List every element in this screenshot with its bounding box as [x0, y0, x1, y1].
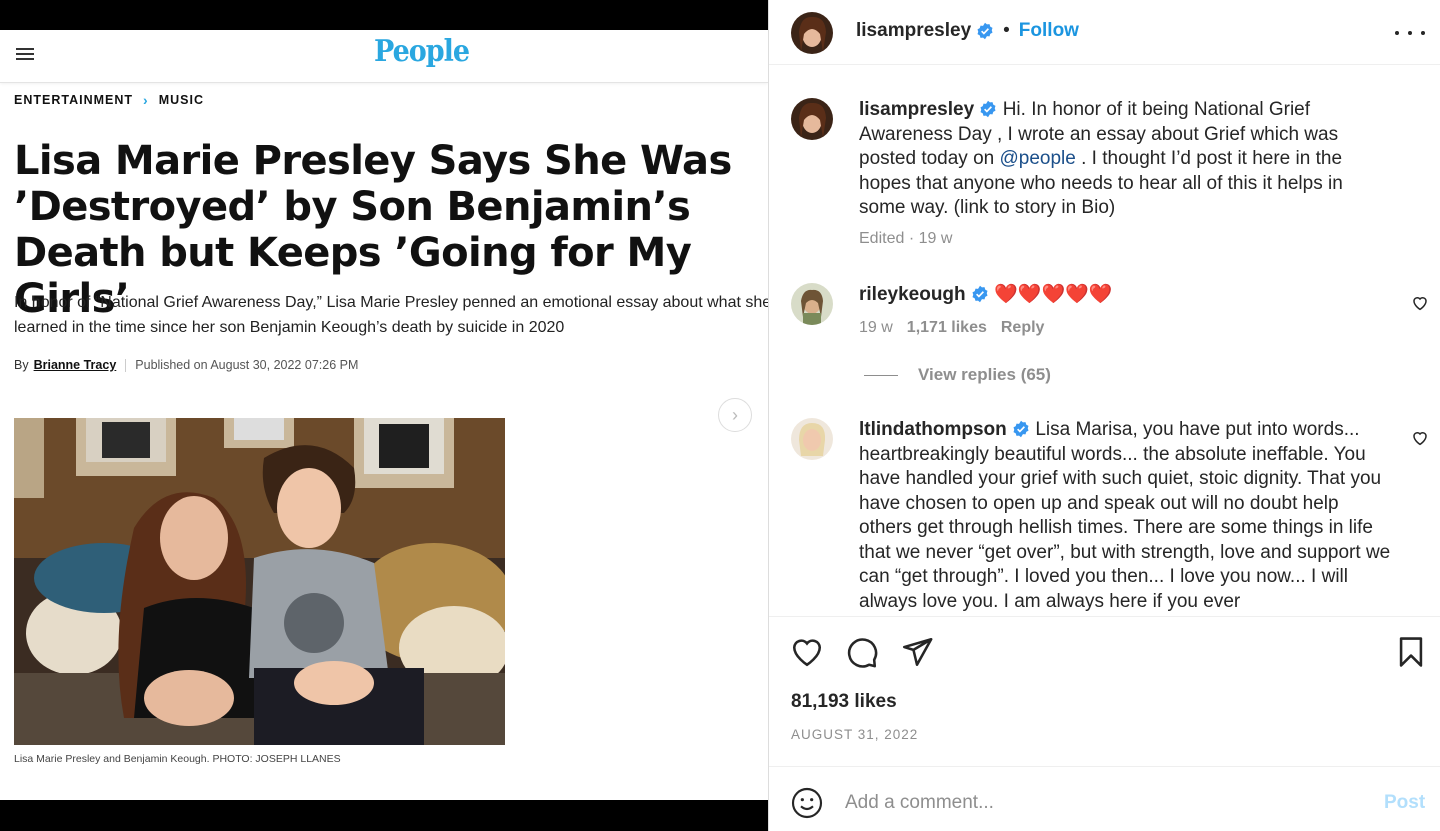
- hamburger-menu-icon[interactable]: [16, 48, 34, 62]
- comment-text: ❤️❤️❤️❤️❤️: [994, 284, 1113, 305]
- people-page: People ENTERTAINMENT › MUSIC Lisa Marie …: [0, 30, 768, 800]
- byline-by: By: [14, 358, 29, 372]
- comment-body: ltlindathompson Lisa Marisa, you have pu…: [859, 418, 1395, 614]
- like-comment-heart-icon[interactable]: [1411, 429, 1429, 447]
- follow-button[interactable]: Follow: [1019, 20, 1079, 42]
- comment-body: rileykeough ❤️❤️❤️❤️❤️: [859, 283, 1359, 308]
- people-site-header: People: [0, 30, 768, 83]
- author-link[interactable]: Brianne Tracy: [34, 358, 117, 372]
- like-comment-heart-icon[interactable]: [1411, 294, 1429, 312]
- view-replies-label: View replies (65): [918, 365, 1051, 384]
- comment-likes[interactable]: 1,171 likes: [907, 319, 987, 336]
- likes-count[interactable]: 81,193 likes: [791, 691, 897, 713]
- avatar[interactable]: [791, 12, 833, 54]
- chevron-right-icon: ›: [143, 92, 149, 108]
- mention-link[interactable]: @people: [1000, 148, 1076, 169]
- commenter-avatar[interactable]: [791, 283, 833, 325]
- caption-username[interactable]: lisampresley: [859, 99, 974, 120]
- view-replies-button[interactable]: View replies (65): [864, 365, 1051, 385]
- comment-text: Lisa Marisa, you have put into words... …: [859, 419, 1391, 612]
- save-bookmark-icon[interactable]: [1394, 635, 1428, 669]
- verified-badge-icon: [1013, 420, 1029, 438]
- comment-username[interactable]: rileykeough: [859, 284, 966, 305]
- post-author-username[interactable]: lisampresley: [856, 20, 971, 42]
- post-caption: lisampresley Hi. In honor of it being Na…: [859, 98, 1379, 221]
- share-send-icon[interactable]: [900, 635, 934, 669]
- caption-meta: Edited · 19 w: [859, 230, 953, 247]
- article-subheading: In honor of “National Grief Awareness Da…: [14, 294, 768, 336]
- more-options-icon[interactable]: [1395, 22, 1425, 44]
- add-comment-bar: Post: [769, 766, 1440, 831]
- post-header: lisampresley • Follow: [769, 0, 1440, 65]
- comment-icon[interactable]: [845, 635, 879, 669]
- article-byline: By Brianne Tracy Published on August 30,…: [14, 358, 358, 372]
- breadcrumb: ENTERTAINMENT › MUSIC: [14, 92, 204, 108]
- header-dot: •: [1003, 20, 1010, 41]
- caption-author-avatar[interactable]: [791, 98, 833, 140]
- published-date: Published on August 30, 2022 07:26 PM: [135, 358, 359, 372]
- instagram-post-panel: lisampresley • Follow lisampresley Hi. I…: [768, 0, 1440, 831]
- header-user-row: lisampresley • Follow: [856, 20, 1079, 42]
- photo-illustration: [14, 418, 505, 745]
- post-action-bar: 81,193 likes AUGUST 31, 2022: [769, 616, 1440, 767]
- replies-line: [864, 374, 898, 376]
- commenter-avatar[interactable]: [791, 418, 833, 460]
- comment-username[interactable]: ltlindathompson: [859, 419, 1007, 440]
- verified-badge-icon: [980, 100, 996, 118]
- comment-input[interactable]: [845, 787, 1365, 819]
- comment-meta: 19 w 1,171 likes Reply: [859, 319, 1044, 337]
- reply-button[interactable]: Reply: [1001, 319, 1045, 336]
- like-heart-icon[interactable]: [790, 635, 824, 669]
- post-date: AUGUST 31, 2022: [791, 727, 919, 742]
- breadcrumb-entertainment[interactable]: ENTERTAINMENT: [14, 93, 133, 107]
- comment-age: 19 w: [859, 319, 893, 336]
- byline-divider: [125, 358, 127, 372]
- article-photo[interactable]: [14, 418, 505, 745]
- breadcrumb-music[interactable]: MUSIC: [159, 93, 204, 107]
- verified-badge-icon: [972, 285, 988, 303]
- verified-badge-icon: [977, 22, 993, 40]
- people-logo[interactable]: People: [374, 34, 470, 68]
- photo-caption: Lisa Marie Presley and Benjamin Keough. …: [14, 753, 341, 765]
- emoji-smiley-icon[interactable]: [791, 787, 823, 819]
- next-slide-arrow-icon[interactable]: ›: [718, 398, 752, 432]
- people-article-panel: People ENTERTAINMENT › MUSIC Lisa Marie …: [0, 0, 768, 831]
- post-comment-button[interactable]: Post: [1384, 792, 1425, 814]
- comments-list[interactable]: lisampresley Hi. In honor of it being Na…: [769, 65, 1440, 615]
